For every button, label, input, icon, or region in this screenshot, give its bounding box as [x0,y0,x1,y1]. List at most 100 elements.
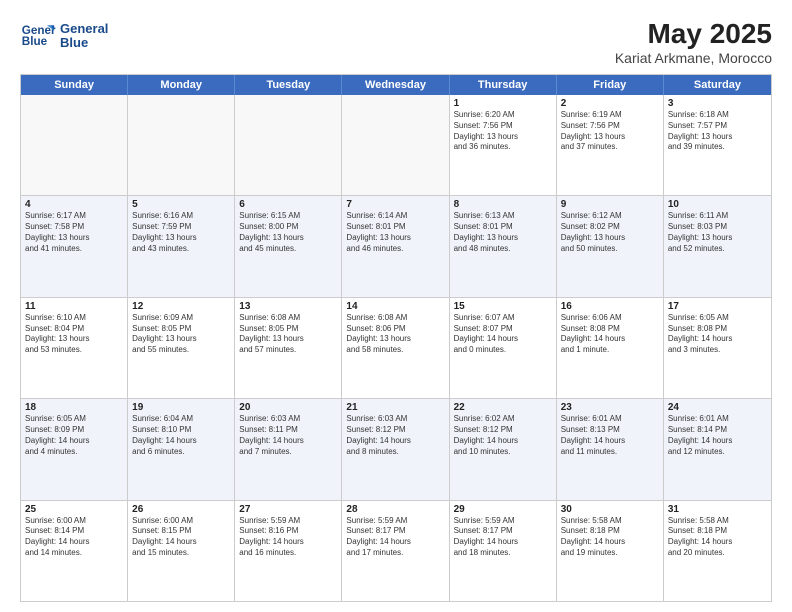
calendar-cell: 28Sunrise: 5:59 AM Sunset: 8:17 PM Dayli… [342,501,449,601]
day-number: 3 [668,98,767,109]
logo-icon: General Blue [20,18,56,54]
day-number: 25 [25,504,123,515]
calendar-cell: 5Sunrise: 6:16 AM Sunset: 7:59 PM Daylig… [128,196,235,296]
calendar-cell: 15Sunrise: 6:07 AM Sunset: 8:07 PM Dayli… [450,298,557,398]
day-number: 31 [668,504,767,515]
day-number: 29 [454,504,552,515]
calendar-cell: 26Sunrise: 6:00 AM Sunset: 8:15 PM Dayli… [128,501,235,601]
calendar-cell: 9Sunrise: 6:12 AM Sunset: 8:02 PM Daylig… [557,196,664,296]
main-title: May 2025 [615,18,772,50]
calendar-cell: 21Sunrise: 6:03 AM Sunset: 8:12 PM Dayli… [342,399,449,499]
calendar-body: 1Sunrise: 6:20 AM Sunset: 7:56 PM Daylig… [21,95,771,601]
day-number: 27 [239,504,337,515]
calendar-cell: 1Sunrise: 6:20 AM Sunset: 7:56 PM Daylig… [450,95,557,195]
weekday-header: Friday [557,75,664,95]
cell-info: Sunrise: 6:18 AM Sunset: 7:57 PM Dayligh… [668,110,767,153]
cell-info: Sunrise: 6:10 AM Sunset: 8:04 PM Dayligh… [25,313,123,356]
subtitle: Kariat Arkmane, Morocco [615,50,772,66]
calendar-cell: 4Sunrise: 6:17 AM Sunset: 7:58 PM Daylig… [21,196,128,296]
cell-info: Sunrise: 5:58 AM Sunset: 8:18 PM Dayligh… [561,516,659,559]
day-number: 11 [25,301,123,312]
cell-info: Sunrise: 6:05 AM Sunset: 8:08 PM Dayligh… [668,313,767,356]
calendar-cell: 7Sunrise: 6:14 AM Sunset: 8:01 PM Daylig… [342,196,449,296]
cell-info: Sunrise: 6:01 AM Sunset: 8:13 PM Dayligh… [561,414,659,457]
calendar-cell: 14Sunrise: 6:08 AM Sunset: 8:06 PM Dayli… [342,298,449,398]
calendar-cell: 20Sunrise: 6:03 AM Sunset: 8:11 PM Dayli… [235,399,342,499]
calendar-cell: 11Sunrise: 6:10 AM Sunset: 8:04 PM Dayli… [21,298,128,398]
logo: General Blue General Blue [20,18,108,54]
cell-info: Sunrise: 6:11 AM Sunset: 8:03 PM Dayligh… [668,211,767,254]
cell-info: Sunrise: 6:19 AM Sunset: 7:56 PM Dayligh… [561,110,659,153]
day-number: 18 [25,402,123,413]
weekday-header: Saturday [664,75,771,95]
cell-info: Sunrise: 6:08 AM Sunset: 8:06 PM Dayligh… [346,313,444,356]
calendar-cell [342,95,449,195]
cell-info: Sunrise: 5:59 AM Sunset: 8:17 PM Dayligh… [454,516,552,559]
cell-info: Sunrise: 6:03 AM Sunset: 8:11 PM Dayligh… [239,414,337,457]
day-number: 24 [668,402,767,413]
cell-info: Sunrise: 6:13 AM Sunset: 8:01 PM Dayligh… [454,211,552,254]
day-number: 6 [239,199,337,210]
cell-info: Sunrise: 6:15 AM Sunset: 8:00 PM Dayligh… [239,211,337,254]
cell-info: Sunrise: 6:05 AM Sunset: 8:09 PM Dayligh… [25,414,123,457]
day-number: 12 [132,301,230,312]
calendar-cell: 31Sunrise: 5:58 AM Sunset: 8:18 PM Dayli… [664,501,771,601]
day-number: 1 [454,98,552,109]
day-number: 9 [561,199,659,210]
day-number: 30 [561,504,659,515]
day-number: 13 [239,301,337,312]
calendar-cell: 29Sunrise: 5:59 AM Sunset: 8:17 PM Dayli… [450,501,557,601]
calendar-cell: 12Sunrise: 6:09 AM Sunset: 8:05 PM Dayli… [128,298,235,398]
day-number: 26 [132,504,230,515]
day-number: 17 [668,301,767,312]
cell-info: Sunrise: 6:20 AM Sunset: 7:56 PM Dayligh… [454,110,552,153]
cell-info: Sunrise: 6:08 AM Sunset: 8:05 PM Dayligh… [239,313,337,356]
calendar-cell: 6Sunrise: 6:15 AM Sunset: 8:00 PM Daylig… [235,196,342,296]
cell-info: Sunrise: 6:14 AM Sunset: 8:01 PM Dayligh… [346,211,444,254]
calendar: SundayMondayTuesdayWednesdayThursdayFrid… [20,74,772,602]
day-number: 28 [346,504,444,515]
day-number: 7 [346,199,444,210]
weekday-header: Monday [128,75,235,95]
calendar-cell: 10Sunrise: 6:11 AM Sunset: 8:03 PM Dayli… [664,196,771,296]
cell-info: Sunrise: 6:12 AM Sunset: 8:02 PM Dayligh… [561,211,659,254]
cell-info: Sunrise: 6:00 AM Sunset: 8:14 PM Dayligh… [25,516,123,559]
day-number: 22 [454,402,552,413]
calendar-cell [21,95,128,195]
calendar-cell: 18Sunrise: 6:05 AM Sunset: 8:09 PM Dayli… [21,399,128,499]
calendar-row: 18Sunrise: 6:05 AM Sunset: 8:09 PM Dayli… [21,399,771,500]
calendar-header: SundayMondayTuesdayWednesdayThursdayFrid… [21,75,771,95]
day-number: 23 [561,402,659,413]
calendar-cell [128,95,235,195]
day-number: 5 [132,199,230,210]
calendar-row: 11Sunrise: 6:10 AM Sunset: 8:04 PM Dayli… [21,298,771,399]
cell-info: Sunrise: 6:01 AM Sunset: 8:14 PM Dayligh… [668,414,767,457]
weekday-header: Wednesday [342,75,449,95]
cell-info: Sunrise: 6:07 AM Sunset: 8:07 PM Dayligh… [454,313,552,356]
svg-text:Blue: Blue [22,35,48,48]
cell-info: Sunrise: 6:02 AM Sunset: 8:12 PM Dayligh… [454,414,552,457]
calendar-cell: 13Sunrise: 6:08 AM Sunset: 8:05 PM Dayli… [235,298,342,398]
logo-text: General Blue [60,22,108,51]
calendar-cell: 30Sunrise: 5:58 AM Sunset: 8:18 PM Dayli… [557,501,664,601]
cell-info: Sunrise: 5:58 AM Sunset: 8:18 PM Dayligh… [668,516,767,559]
calendar-cell: 25Sunrise: 6:00 AM Sunset: 8:14 PM Dayli… [21,501,128,601]
day-number: 4 [25,199,123,210]
calendar-row: 1Sunrise: 6:20 AM Sunset: 7:56 PM Daylig… [21,95,771,196]
calendar-cell: 22Sunrise: 6:02 AM Sunset: 8:12 PM Dayli… [450,399,557,499]
cell-info: Sunrise: 6:00 AM Sunset: 8:15 PM Dayligh… [132,516,230,559]
cell-info: Sunrise: 6:04 AM Sunset: 8:10 PM Dayligh… [132,414,230,457]
calendar-cell: 27Sunrise: 5:59 AM Sunset: 8:16 PM Dayli… [235,501,342,601]
cell-info: Sunrise: 6:06 AM Sunset: 8:08 PM Dayligh… [561,313,659,356]
cell-info: Sunrise: 5:59 AM Sunset: 8:16 PM Dayligh… [239,516,337,559]
cell-info: Sunrise: 6:16 AM Sunset: 7:59 PM Dayligh… [132,211,230,254]
weekday-header: Thursday [450,75,557,95]
cell-info: Sunrise: 6:09 AM Sunset: 8:05 PM Dayligh… [132,313,230,356]
day-number: 2 [561,98,659,109]
calendar-cell: 17Sunrise: 6:05 AM Sunset: 8:08 PM Dayli… [664,298,771,398]
day-number: 19 [132,402,230,413]
day-number: 14 [346,301,444,312]
day-number: 20 [239,402,337,413]
calendar-cell: 2Sunrise: 6:19 AM Sunset: 7:56 PM Daylig… [557,95,664,195]
calendar-cell: 8Sunrise: 6:13 AM Sunset: 8:01 PM Daylig… [450,196,557,296]
